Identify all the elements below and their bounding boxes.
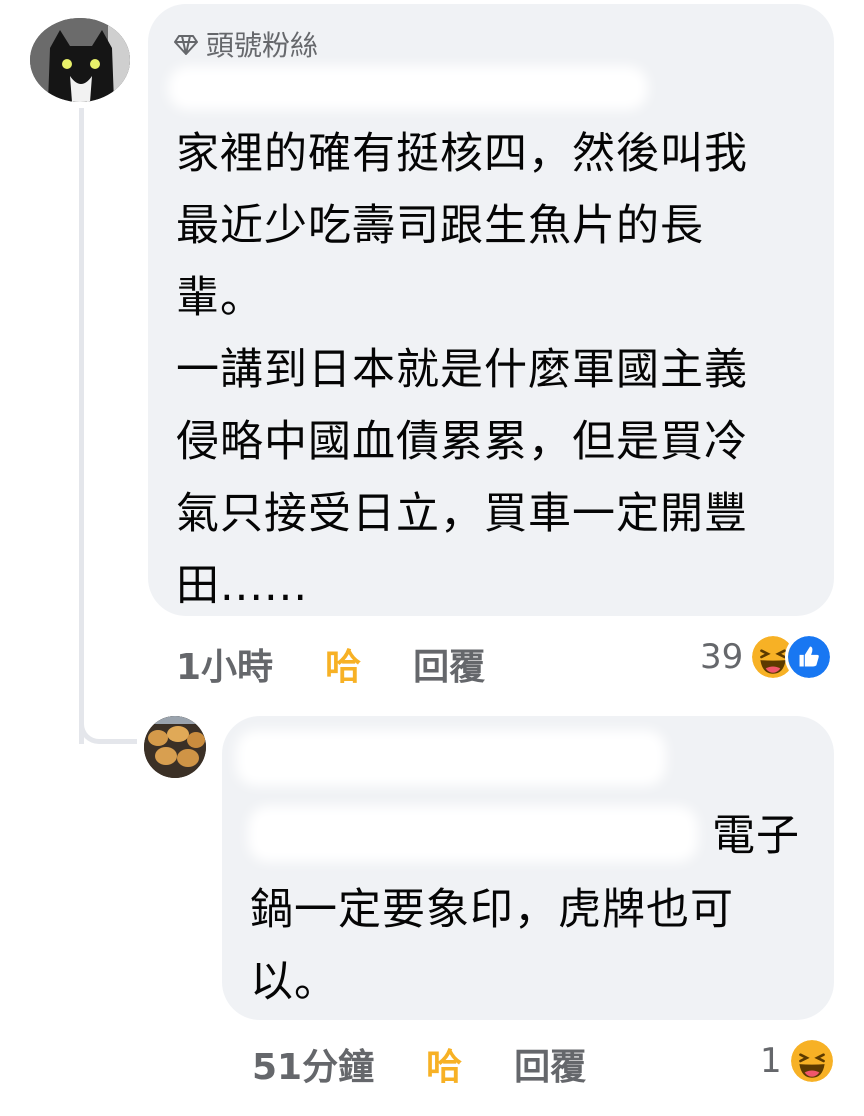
comment-line: 鍋一定要象印，虎牌也可	[250, 885, 734, 935]
comment-text: 家裡的確有挺核四，然後叫我 最近少吃壽司跟生魚片的長 輩。 一講到日本就是什麼軍…	[176, 118, 816, 622]
comment-line: 一講到日本就是什麼軍國主義	[176, 345, 748, 395]
redacted-name	[168, 66, 648, 110]
reaction-count: 1	[760, 1041, 782, 1081]
comment-line: 電子	[712, 811, 800, 861]
timestamp[interactable]: 51分鐘	[252, 1038, 374, 1090]
comment-line: 最近少吃壽司跟生魚片的長	[176, 201, 704, 251]
food-avatar-icon	[144, 716, 206, 778]
diamond-icon	[174, 35, 198, 55]
avatar[interactable]	[144, 716, 206, 778]
thread-line	[79, 108, 84, 744]
reaction-summary[interactable]: 39	[700, 632, 834, 682]
comment-line: 家裡的確有挺核四，然後叫我	[176, 129, 748, 179]
reply-button[interactable]: 回覆	[413, 638, 485, 690]
thread-branch	[79, 724, 137, 744]
haha-emoji-icon	[787, 1037, 836, 1085]
reply-button[interactable]: 回覆	[514, 1038, 586, 1090]
comment-actions: 1小時 哈 回覆	[176, 636, 485, 692]
like-thumb-icon	[785, 633, 834, 681]
comment-text: 鍋一定要象印，虎牌也可 以。	[250, 874, 810, 1018]
badge-label: 頭號粉絲	[206, 29, 319, 62]
reaction-count: 39	[700, 637, 744, 677]
timestamp[interactable]: 1小時	[176, 638, 273, 690]
avatar[interactable]	[30, 18, 130, 102]
redacted-text	[248, 806, 698, 862]
comment-line: 輩。	[176, 273, 264, 323]
redacted-name	[236, 730, 666, 786]
reaction-summary[interactable]: 1	[760, 1036, 836, 1086]
reaction-button[interactable]: 哈	[426, 1038, 462, 1090]
comment-line: 氣只接受日立，買車一定開豐	[176, 489, 748, 539]
comment-line: 田......	[176, 561, 309, 611]
comment-actions: 51分鐘 哈 回覆	[252, 1036, 586, 1092]
comment-line: 以。	[250, 957, 338, 1007]
cat-avatar-icon	[30, 18, 130, 102]
reaction-button[interactable]: 哈	[325, 638, 361, 690]
top-fan-badge: 頭號粉絲	[174, 26, 318, 62]
comment-line: 侵略中國血債累累，但是買冷	[176, 417, 748, 467]
